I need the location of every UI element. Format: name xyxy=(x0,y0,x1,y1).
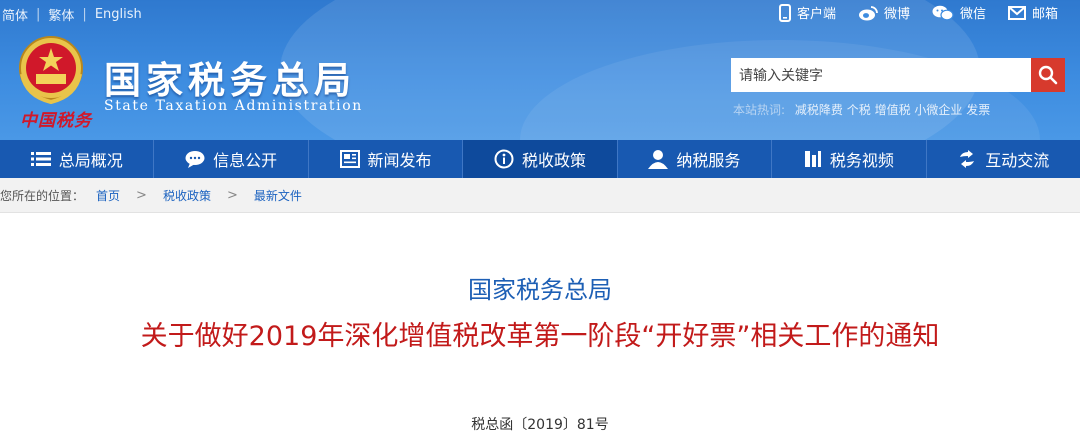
nav-item-label: 信息公开 xyxy=(213,151,278,170)
nav-item-label: 互动交流 xyxy=(985,151,1050,170)
newspaper-icon xyxy=(339,150,360,168)
hot-word-link[interactable]: 减税降费 xyxy=(795,103,843,117)
wechat-icon xyxy=(932,5,954,20)
nav-item-info-disclosure[interactable]: 信息公开 xyxy=(154,140,309,178)
weibo-link-label: 微博 xyxy=(883,7,910,22)
nav-item-overview[interactable]: 总局概况 xyxy=(0,140,155,178)
site-title-english: State Taxation Administration xyxy=(104,98,363,114)
hot-words-label: 本站热词: xyxy=(733,103,786,117)
search-button[interactable] xyxy=(1031,58,1065,92)
breadcrumb-latest-docs-link[interactable]: 最新文件 xyxy=(254,187,302,204)
article-doc-number: 税总函〔2019〕81号 xyxy=(471,417,609,433)
nav-item-news[interactable]: 新闻发布 xyxy=(309,140,464,178)
nav-item-tax-policy[interactable]: 税收政策 xyxy=(463,140,618,185)
mail-link[interactable]: 邮箱 xyxy=(1007,3,1058,22)
divider: | xyxy=(82,6,87,22)
weibo-icon xyxy=(858,5,878,20)
mail-icon xyxy=(1007,5,1026,20)
breadcrumb: 您所在的位置： 首页 > 税收政策 > 最新文件 xyxy=(0,178,1080,213)
tax-emblem-logo[interactable] xyxy=(16,34,86,106)
breadcrumb-prefix: 您所在的位置： xyxy=(0,188,85,203)
divider: | xyxy=(36,6,41,22)
mail-link-label: 邮箱 xyxy=(1031,7,1058,22)
chevron-right-icon: > xyxy=(136,187,147,203)
main-nav: 总局概况 信息公开 新闻发布 税收政策 纳税服务 税务视频 互动交流 xyxy=(0,140,1080,185)
top-links: 客户端 微博 微信 邮箱 xyxy=(778,3,1058,22)
info-icon xyxy=(494,149,514,169)
nav-item-label: 新闻发布 xyxy=(367,151,432,170)
exchange-icon xyxy=(960,150,975,168)
client-link[interactable]: 客户端 xyxy=(778,3,836,22)
nav-item-label: 纳税服务 xyxy=(676,151,741,170)
mobile-icon xyxy=(778,3,791,22)
nav-item-tax-video[interactable]: 税务视频 xyxy=(772,140,927,178)
breadcrumb-tax-policy-link[interactable]: 税收政策 xyxy=(163,187,211,204)
wechat-link-label: 微信 xyxy=(959,7,986,22)
wechat-link[interactable]: 微信 xyxy=(932,3,986,22)
nav-item-taxpayer-service[interactable]: 纳税服务 xyxy=(618,140,773,178)
site-header: 简体 | 繁体 | English 客户端 微博 微信 邮箱 中国税务 国家税务… xyxy=(0,0,1080,140)
search-input[interactable] xyxy=(731,58,1031,92)
article-title: 关于做好2019年深化增值税改革第一阶段“开好票”相关工作的通知 xyxy=(140,321,940,352)
nav-item-interaction[interactable]: 互动交流 xyxy=(927,140,1080,178)
nav-item-label: 总局概况 xyxy=(58,151,123,170)
weibo-link[interactable]: 微博 xyxy=(858,3,910,22)
menu-icon xyxy=(30,152,51,166)
video-bars-icon xyxy=(804,151,821,167)
search-icon xyxy=(1038,65,1058,85)
nav-item-label: 税收政策 xyxy=(521,151,586,170)
client-link-label: 客户端 xyxy=(796,7,836,22)
hot-word-link[interactable]: 增值税 xyxy=(875,103,911,117)
site-title: 国家税务总局 xyxy=(104,59,356,102)
site-motto-logo: 中国税务 xyxy=(20,111,92,131)
chevron-right-icon: > xyxy=(226,187,238,203)
hot-word-link[interactable]: 个税 xyxy=(847,103,871,117)
article-issuer: 国家税务总局 xyxy=(468,276,612,304)
lang-english-link[interactable]: English xyxy=(95,7,142,22)
lang-traditional-link[interactable]: 繁体 xyxy=(48,5,74,24)
lang-simplified-link[interactable]: 简体 xyxy=(2,5,28,24)
chat-bubble-icon xyxy=(185,151,205,168)
hot-word-link[interactable]: 小微企业 xyxy=(914,103,962,117)
language-switcher: 简体 | 繁体 | English xyxy=(2,4,142,24)
nav-item-label: 税务视频 xyxy=(829,151,894,170)
breadcrumb-home-link[interactable]: 首页 xyxy=(96,187,120,204)
user-icon xyxy=(648,150,669,169)
hot-word-link[interactable]: 发票 xyxy=(966,103,990,117)
hot-words: 本站热词: 减税降费 个税 增值税 小微企业 发票 xyxy=(733,101,990,118)
